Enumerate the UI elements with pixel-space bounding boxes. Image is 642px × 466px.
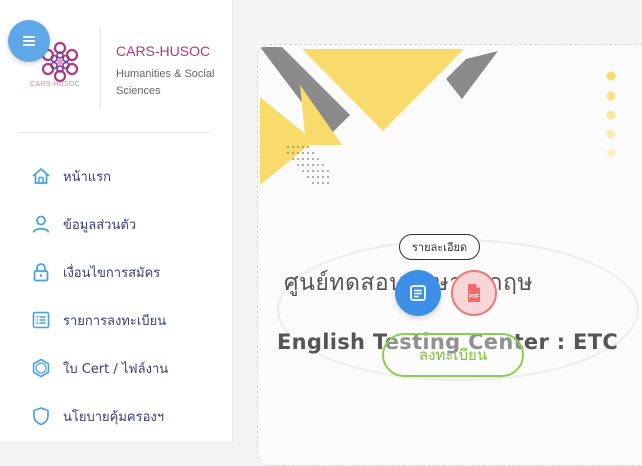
pdf-button[interactable]: PDF (451, 270, 497, 316)
sidebar-item-profile[interactable]: ข้อมูลส่วนตัว (30, 200, 168, 248)
detail-button[interactable] (395, 270, 441, 316)
sidebar-item-label: นโยบายคุ้มครองฯ (63, 409, 165, 425)
detail-badge[interactable]: รายละเอียด (399, 234, 481, 260)
sidebar-item-label: ใบ Cert / ไฟล์งาน (63, 361, 169, 377)
brand-subtitle: Humanities & Social Sciences (116, 68, 215, 97)
sidebar-item-label: เงื่อนไขการสมัคร (63, 265, 161, 281)
user-icon (30, 213, 52, 235)
sidebar-divider (18, 132, 210, 133)
sidebar-item-home[interactable]: หน้าแรก (30, 152, 168, 200)
menu-toggle-button[interactable] (8, 20, 50, 62)
shield-icon (30, 405, 52, 427)
sidebar-item-label: ข้อมูลส่วนตัว (63, 217, 137, 233)
sidebar-item-registrations[interactable]: รายการลงทะเบียน (30, 296, 168, 344)
register-button[interactable]: ลงทะเบียน (382, 333, 524, 377)
home-icon (30, 165, 52, 187)
document-icon (410, 285, 426, 301)
hamburger-icon (23, 36, 35, 46)
logo-subtext: CARS-HUSOC (30, 81, 81, 88)
sidebar-item-certificates[interactable]: ใบ Cert / ไฟล์งาน (30, 344, 168, 392)
sidebar-item-policy[interactable]: นโยบายคุ้มครองฯ (30, 392, 168, 440)
sidebar-nav: หน้าแรก ข้อมูลส่วนตัว เงื่อนไขการสมัคร ร… (30, 152, 168, 440)
brand-divider (100, 28, 101, 108)
gear-icon (30, 357, 52, 379)
pdf-label: PDF (469, 294, 479, 300)
brand-title: CARS-HUSOC (116, 43, 211, 59)
sidebar-item-label: หน้าแรก (63, 169, 111, 185)
sidebar-item-conditions[interactable]: เงื่อนไขการสมัคร (30, 248, 168, 296)
sidebar-item-label: รายการลงทะเบียน (63, 313, 167, 329)
main-content: รายละเอียด ศูนย์ทดสอบภาษาอังกฤษ English … (233, 0, 642, 466)
list-icon (30, 309, 52, 331)
pdf-icon: PDF (468, 284, 480, 302)
lock-icon (30, 261, 52, 283)
sidebar: CARS-HUSOC CARS-HUSOC Humanities & Socia… (0, 0, 233, 441)
